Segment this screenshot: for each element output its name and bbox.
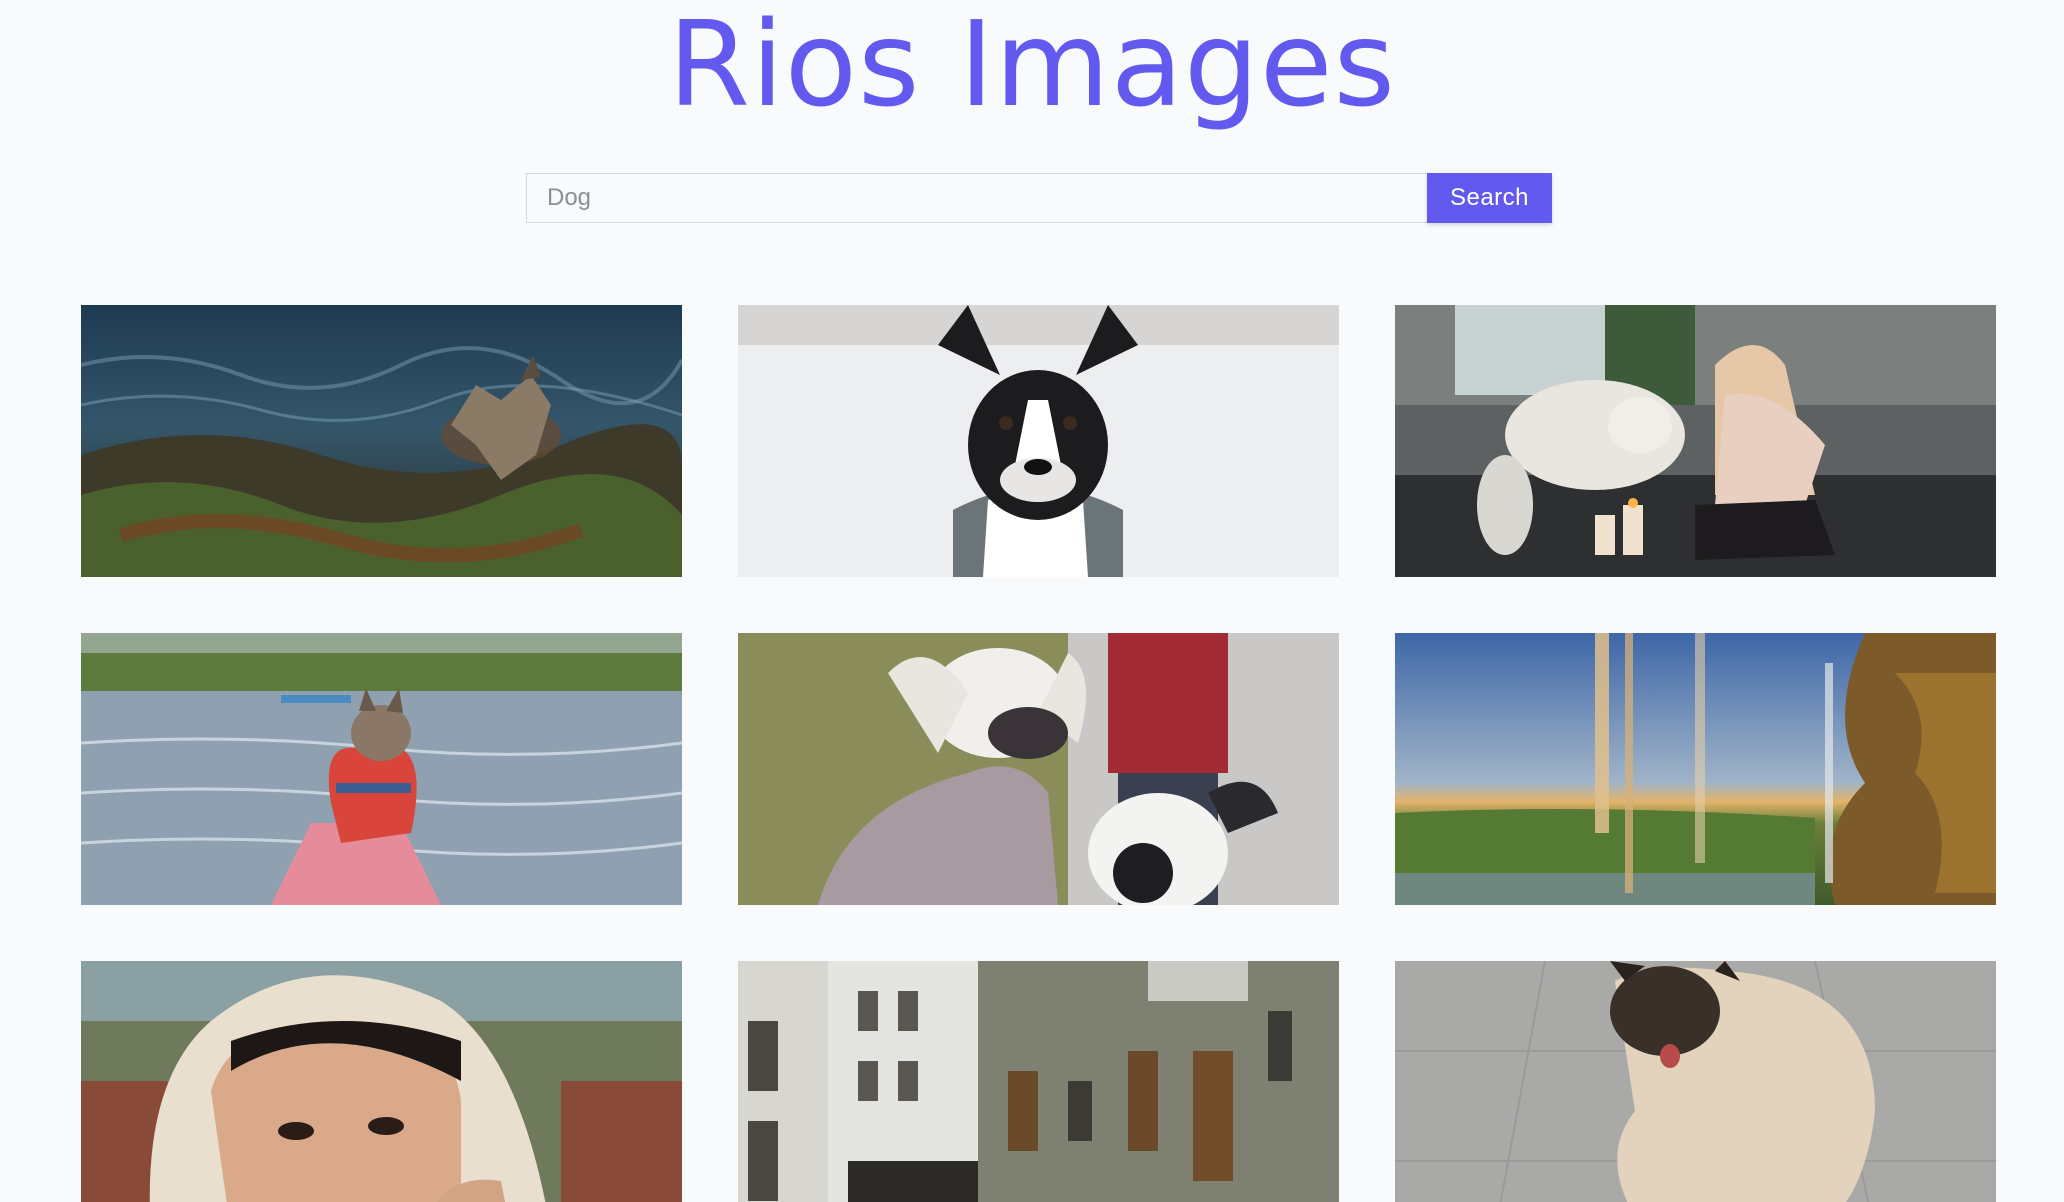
gallery-image-2[interactable] <box>738 305 1339 577</box>
gallery-image-6[interactable] <box>1395 633 1996 905</box>
apartment-buildings-courtyard-photo <box>738 961 1339 1202</box>
page-title: Rios Images <box>668 0 1396 133</box>
search-button[interactable]: Search <box>1427 173 1552 223</box>
pug-on-tile-floor-photo <box>1395 961 1996 1202</box>
page: Rios Images Search <box>0 0 2064 1202</box>
person-in-bucket-hat-photo <box>81 961 682 1202</box>
waterfall-cave-landscape-photo <box>1395 633 1996 905</box>
gallery-image-9[interactable] <box>1395 961 1996 1202</box>
gallery-image-3[interactable] <box>1395 305 1996 577</box>
french-bulldog-in-life-vest-on-kayak-photo <box>81 633 682 905</box>
gallery-image-7[interactable] <box>81 961 682 1202</box>
gallery-image-4[interactable] <box>81 633 682 905</box>
image-gallery <box>81 305 1996 1202</box>
woman-with-white-dog-on-sofa-photo <box>1395 305 1996 577</box>
search-input[interactable] <box>526 173 1427 223</box>
dog-on-rocky-shore-photo <box>81 305 682 577</box>
search-form: Search <box>526 173 1552 223</box>
chinese-crested-dogs-photo <box>738 633 1339 905</box>
gallery-image-1[interactable] <box>81 305 682 577</box>
boston-terrier-in-snow-photo <box>738 305 1339 577</box>
gallery-image-5[interactable] <box>738 633 1339 905</box>
gallery-image-8[interactable] <box>738 961 1339 1202</box>
